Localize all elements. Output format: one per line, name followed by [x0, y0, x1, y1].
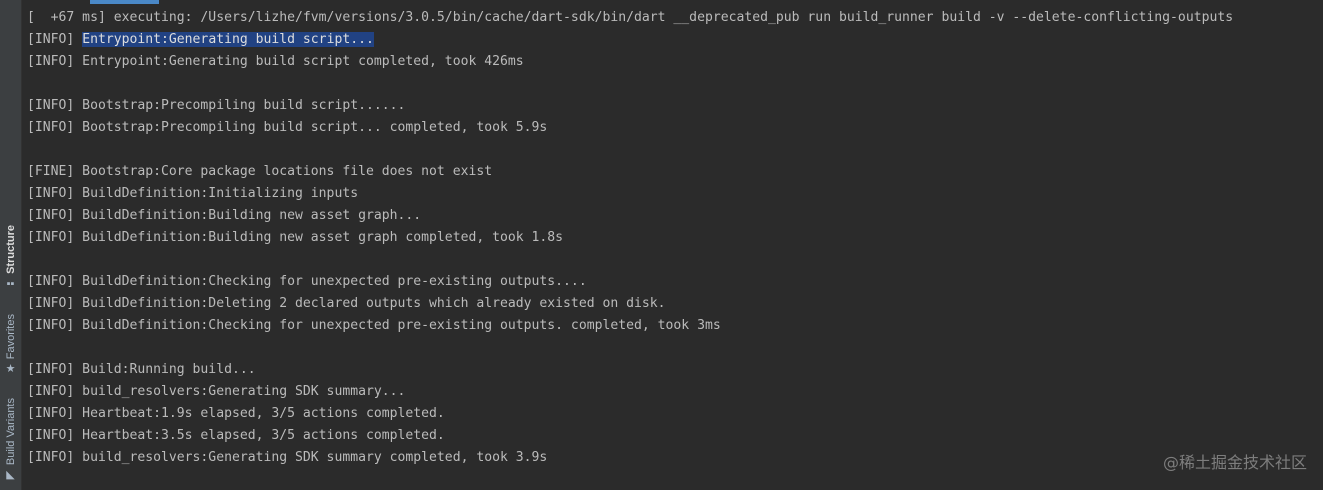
watermark: @稀土掘金技术社区	[1162, 453, 1307, 472]
console-line: [INFO] Bootstrap:Precompiling build scri…	[27, 120, 548, 135]
structure-icon: ▪▪	[6, 277, 15, 290]
active-tab-indicator	[90, 0, 159, 4]
console-line: [INFO] Heartbeat:1.9s elapsed, 3/5 actio…	[27, 406, 445, 421]
selected-text[interactable]: Entrypoint:Generating build script...	[82, 32, 374, 47]
console-line: [INFO] BuildDefinition:Checking for unex…	[27, 274, 587, 289]
sidebar-tab-favorites-label: Favorites	[4, 314, 17, 360]
console-line-highlighted: [INFO] Entrypoint:Generating build scrip…	[27, 29, 1323, 51]
console-line: [INFO] Entrypoint:Generating build scrip…	[27, 54, 524, 69]
console-line: [INFO] build_resolvers:Generating SDK su…	[27, 450, 548, 465]
console-line: [INFO] Build:Running build...	[27, 362, 256, 377]
sidebar-tab-build-variants-label: Build Variants	[4, 398, 17, 466]
console-line: [INFO] BuildDefinition:Checking for unex…	[27, 318, 721, 333]
sidebar-tab-structure-label: Structure	[4, 225, 17, 274]
console-line-command: [ +67 ms] executing: /Users/lizhe/fvm/ve…	[27, 10, 1234, 25]
log-level-prefix: [INFO]	[27, 32, 83, 47]
console-line: [INFO] Bootstrap:Precompiling build scri…	[27, 98, 406, 113]
console-line: [FINE] Bootstrap:Core package locations …	[27, 164, 493, 179]
console-line: [INFO] BuildDefinition:Building new asse…	[27, 208, 422, 223]
console-line: [INFO] build_resolvers:Generating SDK su…	[27, 384, 406, 399]
build-variants-icon: ◣	[6, 469, 15, 482]
console-line: [INFO] BuildDefinition:Deleting 2 declar…	[27, 296, 666, 311]
sidebar-tab-build-variants[interactable]: Build Variants ◣	[0, 398, 21, 490]
log-lines: [INFO] Entrypoint:Generating build scrip…	[27, 51, 1323, 469]
console-line: [INFO] Heartbeat:3.5s elapsed, 3/5 actio…	[27, 428, 445, 443]
star-icon: ★	[5, 363, 16, 376]
console-line: [INFO] BuildDefinition:Building new asse…	[27, 230, 564, 245]
tool-window-sidebar: Structure ▪▪ Favorites ★ Build Variants …	[0, 0, 22, 490]
sidebar-tab-favorites[interactable]: Favorites ★	[0, 314, 21, 382]
sidebar-tab-structure[interactable]: Structure ▪▪	[0, 225, 21, 295]
console-line: [INFO] BuildDefinition:Initializing inpu…	[27, 186, 359, 201]
console-output[interactable]: [ +67 ms] executing: /Users/lizhe/fvm/ve…	[27, 7, 1323, 469]
